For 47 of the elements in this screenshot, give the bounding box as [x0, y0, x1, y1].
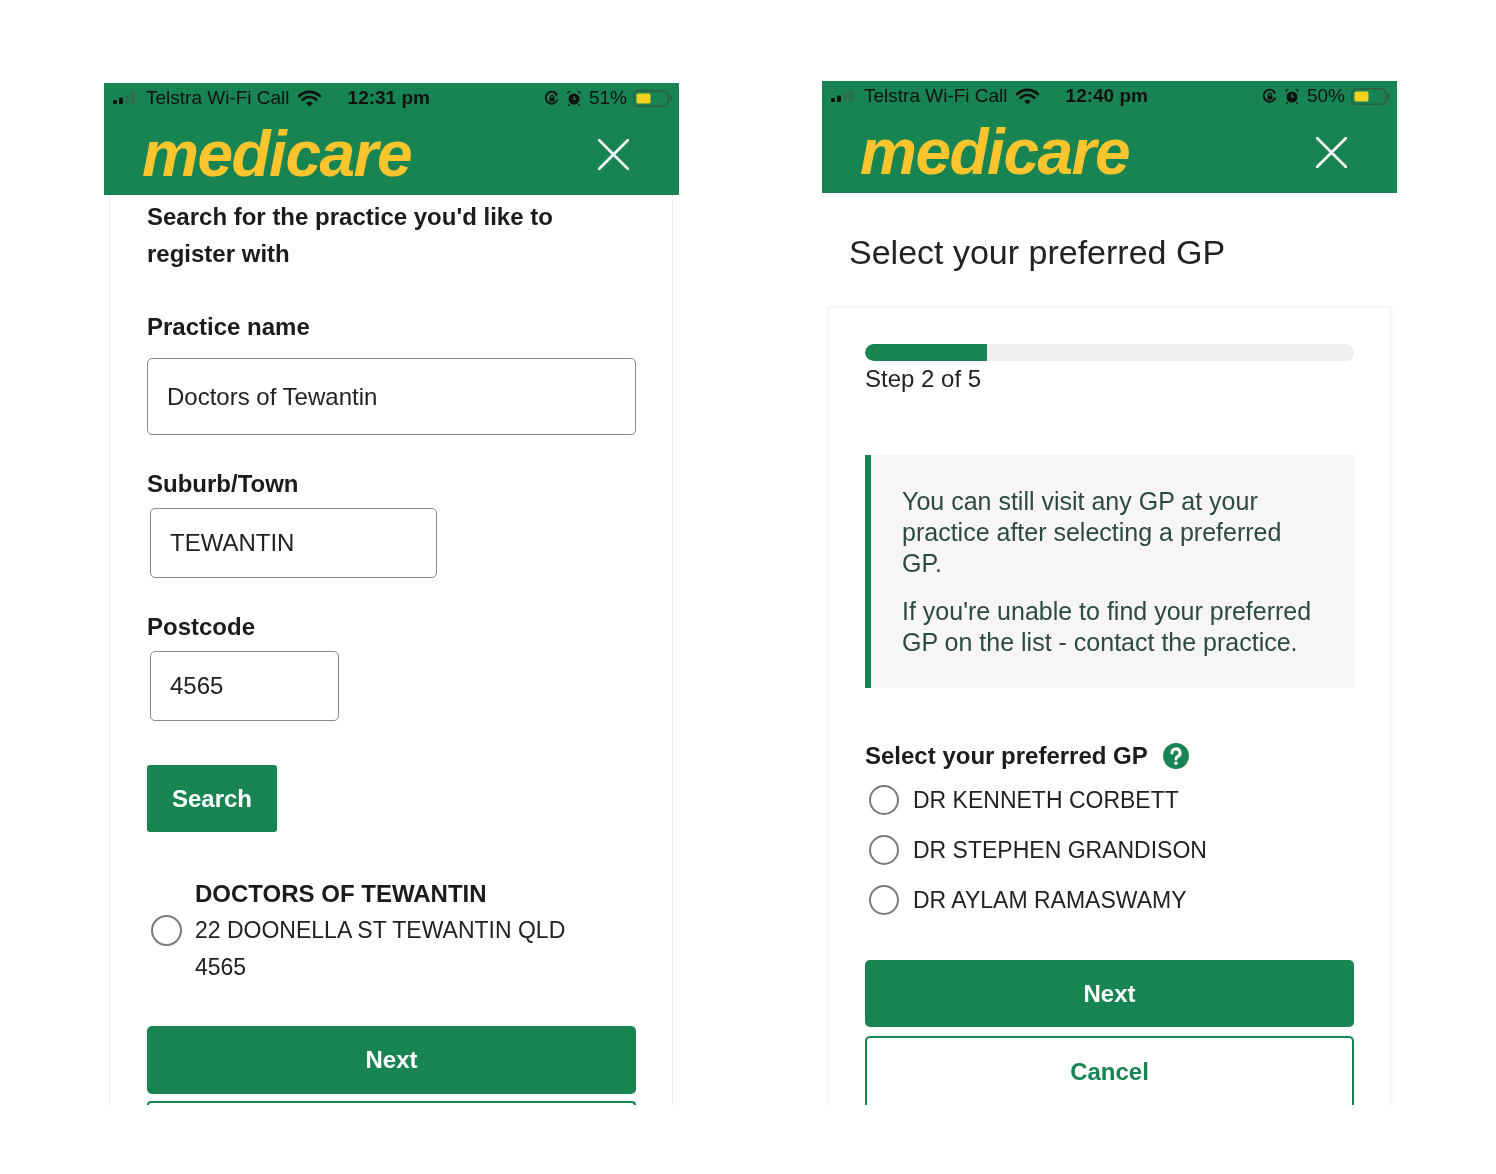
next-button[interactable]: Next: [147, 1026, 636, 1094]
carrier-name: Telstra Wi-Fi Call: [864, 85, 1008, 107]
option-label: DR KENNETH CORBETT: [913, 786, 1179, 814]
field-label: Practice name: [147, 312, 310, 342]
practice-name: DOCTORS OF TEWANTIN: [195, 879, 488, 909]
outline-button-edge[interactable]: [147, 1101, 636, 1105]
page-title: Select your preferred GP: [848, 232, 1227, 273]
battery-percent: 50%: [1306, 85, 1345, 107]
app-logo: medicare: [142, 122, 412, 186]
orientation-lock-icon: [543, 90, 560, 106]
radio-button[interactable]: [869, 785, 899, 815]
app-logo: medicare: [860, 120, 1130, 184]
status-time: 12:31 pm: [347, 87, 430, 109]
field-label: Postcode: [147, 612, 256, 642]
option-label: DR STEPHEN GRANDISON: [913, 836, 1207, 864]
alarm-clock-icon: [565, 90, 582, 106]
orientation-lock-icon: [1261, 88, 1278, 104]
search-button[interactable]: Search: [147, 765, 277, 832]
signal-icon: [831, 90, 856, 102]
battery-percent: 51%: [588, 87, 627, 109]
radio-button[interactable]: [151, 915, 182, 946]
status-time: 12:40 pm: [1065, 85, 1148, 107]
close-icon[interactable]: [598, 138, 629, 170]
close-icon[interactable]: [1316, 136, 1347, 168]
radio-button[interactable]: [869, 835, 899, 865]
step-label: Step 2 of 5: [865, 364, 982, 394]
next-button[interactable]: Next: [865, 960, 1354, 1027]
wifi-icon: [1015, 87, 1039, 105]
text-field[interactable]: 4565: [150, 651, 339, 721]
notice-text: You can still visit any GP at your practice after selecting a preferred GP.: [902, 486, 1283, 579]
help-icon[interactable]: [1162, 743, 1189, 769]
text-field[interactable]: Doctors of Tewantin: [147, 358, 636, 435]
cancel-button[interactable]: Cancel: [865, 1036, 1354, 1105]
question-label: Select your preferred GP: [865, 741, 1148, 771]
battery-icon: [633, 89, 672, 107]
section-heading: Search for the practice you'd like to register with: [147, 202, 554, 269]
practice-address: 22 DOONELLA ST TEWANTIN QLD 4565: [195, 916, 567, 982]
wifi-icon: [297, 89, 321, 107]
alarm-clock-icon: [1283, 88, 1300, 104]
radio-button[interactable]: [869, 885, 899, 915]
carrier-name: Telstra Wi-Fi Call: [146, 87, 290, 109]
notice-text: If you're unable to find your preferred GP on the list - contact the practice.: [902, 596, 1313, 658]
option-label: DR AYLAM RAMASWAMY: [913, 886, 1187, 914]
text-field[interactable]: TEWANTIN: [150, 508, 437, 578]
battery-icon: [1351, 87, 1390, 105]
field-label: Suburb/Town: [147, 469, 299, 499]
signal-icon: [113, 92, 138, 104]
